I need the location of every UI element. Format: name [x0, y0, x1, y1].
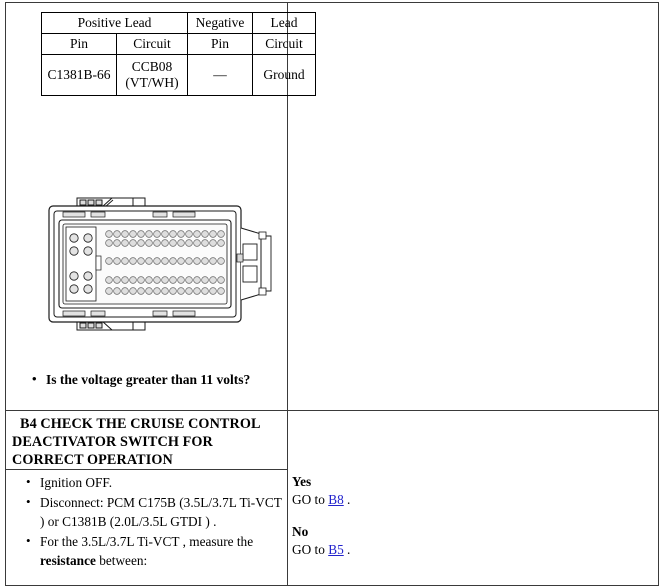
table-row: C1381B-66 CCB08 (VT/WH) — Ground	[41, 53, 316, 96]
pin-row-5	[105, 287, 225, 295]
result-block-yes: Yes GO to B8 .	[292, 473, 492, 509]
step-header-b4: B4 CHECK THE CRUISE CONTROL DEACTIVATOR …	[6, 412, 287, 470]
result-label-yes: Yes	[292, 474, 312, 489]
cell-positive-circuit: CCB08 (VT/WH)	[116, 53, 188, 96]
goto-suffix-no: .	[343, 541, 351, 557]
goto-prefix-no: GO to	[292, 541, 329, 557]
pin-row-1	[105, 230, 225, 238]
pin-row-2	[105, 239, 225, 247]
step-header-line-3: CORRECT OPERATION	[12, 452, 173, 469]
list-item: For the 3.5L/3.7L Ti-VCT , measure the r…	[22, 532, 284, 571]
list-item: Is the voltage greater than 11 volts?	[28, 371, 278, 389]
result-label-no: No	[292, 523, 309, 539]
header-negative-pin: Pin	[187, 32, 253, 55]
instruction-text-1: Ignition OFF.	[40, 475, 113, 490]
large-pin-group	[65, 226, 102, 302]
cell-negative-pin: —	[187, 53, 253, 96]
instruction-text-2: Disconnect: PCM C175B (3.5L/3.7L Ti-VCT …	[40, 494, 282, 529]
list-item: Disconnect: PCM C175B (3.5L/3.7L Ti-VCT …	[22, 493, 284, 532]
step-instruction-list: Ignition OFF. Disconnect: PCM C175B (3.5…	[22, 473, 284, 571]
step-header-line-1: B4 CHECK THE CRUISE CONTROL	[20, 416, 261, 432]
header-positive-circuit: Circuit	[116, 32, 188, 55]
lead-table-container: Positive Lead Negative Lead Pin Circuit …	[41, 12, 316, 96]
voltage-question-text: Is the voltage greater than 11 volts?	[46, 372, 251, 387]
cell-negative-circuit: Ground	[252, 53, 316, 96]
link-b5[interactable]: B5	[328, 542, 344, 557]
secondary-lock-arm	[236, 227, 272, 301]
result-block-no: No GO to B5 .	[292, 523, 492, 559]
voltage-question-block: Is the voltage greater than 11 volts?	[28, 371, 278, 390]
result-action-yes: GO to B8 .	[292, 491, 492, 509]
header-negative-circuit: Circuit	[252, 32, 316, 55]
step-header-line-2: DEACTIVATOR SWITCH FOR	[12, 434, 213, 451]
voltage-question-list: Is the voltage greater than 11 volts?	[28, 371, 278, 389]
table-row-group-header: Positive Lead Negative Lead	[41, 12, 316, 34]
header-negative: Negative	[187, 12, 253, 34]
instruction-text-3: For the 3.5L/3.7L Ti-VCT , measure the	[40, 533, 254, 549]
pin-row-3	[105, 257, 225, 265]
link-b8[interactable]: B8	[328, 492, 344, 507]
lead-table: Positive Lead Negative Lead Pin Circuit …	[41, 12, 316, 96]
list-item: Ignition OFF.	[22, 473, 284, 493]
header-positive-lead: Positive Lead	[41, 12, 188, 34]
cell-positive-pin: C1381B-66	[41, 53, 117, 96]
header-lead: Lead	[252, 12, 316, 34]
result-column: Yes GO to B8 . No GO to B5 .	[292, 473, 492, 559]
result-action-no: GO to B5 .	[292, 541, 492, 559]
goto-prefix-yes: GO to	[292, 491, 329, 507]
step-body-b4: Ignition OFF. Disconnect: PCM C175B (3.5…	[22, 473, 284, 571]
instruction-text-3-emphasis: resistance	[40, 552, 96, 568]
connector-figure-svg	[48, 197, 272, 331]
header-positive-pin: Pin	[41, 32, 117, 55]
pin-row-4	[105, 276, 225, 284]
goto-suffix-yes: .	[343, 491, 351, 507]
instruction-text-3-tail: between:	[95, 552, 148, 568]
table-row-column-header: Pin Circuit Pin Circuit	[41, 32, 316, 55]
connector-pin-layout-diagram	[33, 192, 283, 337]
row-divider	[5, 410, 659, 411]
